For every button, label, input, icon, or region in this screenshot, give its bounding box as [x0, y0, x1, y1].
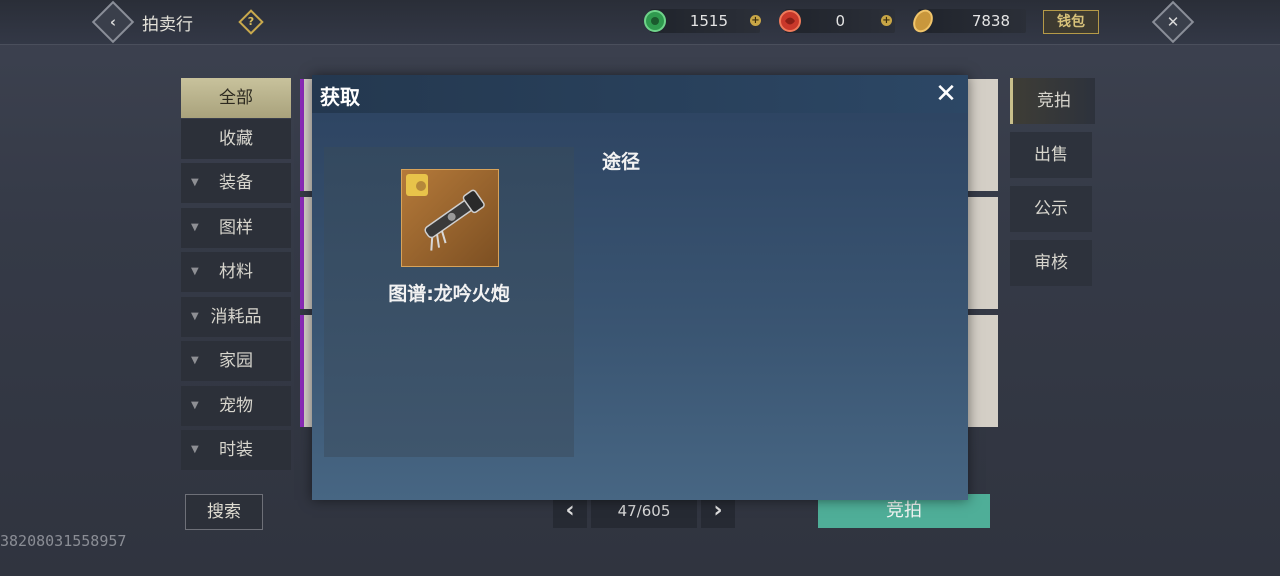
category-pets[interactable]: ▼ 宠物 [181, 386, 291, 426]
close-icon: ✕ [935, 79, 957, 109]
chevron-down-icon: ▼ [191, 266, 199, 277]
tab-review[interactable]: 审核 [1010, 240, 1092, 286]
tab-label: 公示 [1034, 199, 1068, 219]
currency-red: 0 + [779, 9, 895, 33]
gold-coin-value: 7838 [971, 12, 1010, 30]
modal-header [312, 75, 968, 113]
category-label: 全部 [219, 88, 253, 108]
category-label: 宠物 [219, 396, 253, 416]
close-icon: ✕ [1166, 13, 1180, 31]
chevron-down-icon: ▼ [191, 222, 199, 233]
currency-gold: 7838 [913, 9, 1026, 33]
chevron-down-icon: ▼ [191, 311, 199, 322]
category-consumables[interactable]: ▼ 消耗品 [181, 297, 291, 337]
add-red-button[interactable]: + [881, 15, 892, 26]
category-label: 消耗品 [210, 307, 262, 327]
chevron-right-icon: › [713, 498, 723, 523]
wallet-button[interactable]: 钱包 [1043, 10, 1099, 34]
category-label: 装备 [219, 173, 253, 193]
acquire-route-label: 途径 [602, 151, 641, 173]
red-gem-icon [779, 10, 801, 32]
help-icon: ? [247, 15, 255, 28]
tab-label: 出售 [1034, 145, 1068, 165]
tab-sell[interactable]: 出售 [1010, 132, 1092, 178]
category-label: 图样 [219, 218, 253, 238]
category-fashion[interactable]: ▼ 时装 [181, 430, 291, 470]
chevron-down-icon: ▼ [191, 444, 199, 455]
jade-coin-icon [644, 10, 666, 32]
tab-label: 竞拍 [1037, 91, 1071, 111]
chevron-down-icon: ▼ [191, 400, 199, 411]
modal-title: 获取 [320, 85, 360, 109]
add-jade-button[interactable]: + [750, 15, 761, 26]
modal-close-button[interactable]: ✕ [932, 80, 960, 108]
category-materials[interactable]: ▼ 材料 [181, 252, 291, 292]
currency-jade: 1515 + [644, 9, 761, 33]
gold-coin-icon [913, 9, 933, 33]
tab-public[interactable]: 公示 [1010, 186, 1092, 232]
category-label: 收藏 [219, 129, 253, 149]
page-title: 拍卖行 [142, 15, 193, 35]
search-button[interactable]: 搜索 [185, 494, 263, 530]
tab-bid[interactable]: 竞拍 [1010, 78, 1095, 124]
chevron-down-icon: ▼ [191, 355, 199, 366]
category-patterns[interactable]: ▼ 图样 [181, 208, 291, 248]
tab-label: 审核 [1034, 253, 1068, 273]
category-label: 家园 [219, 351, 253, 371]
category-label: 材料 [219, 262, 253, 282]
acquire-modal: 获取 ✕ 图谱:龙吟火炮 途径 [312, 75, 968, 500]
category-equipment[interactable]: ▼ 装备 [181, 163, 291, 203]
red-gem-value: 0 [835, 12, 845, 30]
jade-coin-value: 1515 [689, 12, 728, 30]
chevron-down-icon: ▼ [191, 177, 199, 188]
category-favorites[interactable]: 收藏 [181, 119, 291, 159]
item-slot[interactable] [401, 169, 499, 267]
cannon-blueprint-icon [406, 174, 485, 251]
item-name: 图谱:龙吟火炮 [388, 283, 510, 305]
category-home[interactable]: ▼ 家园 [181, 341, 291, 381]
back-icon: ‹ [109, 13, 117, 31]
category-label: 时装 [219, 440, 253, 460]
user-id: 38208031558957 [0, 532, 127, 550]
chevron-left-icon: ‹ [565, 498, 575, 523]
category-all[interactable]: 全部 [181, 78, 291, 118]
